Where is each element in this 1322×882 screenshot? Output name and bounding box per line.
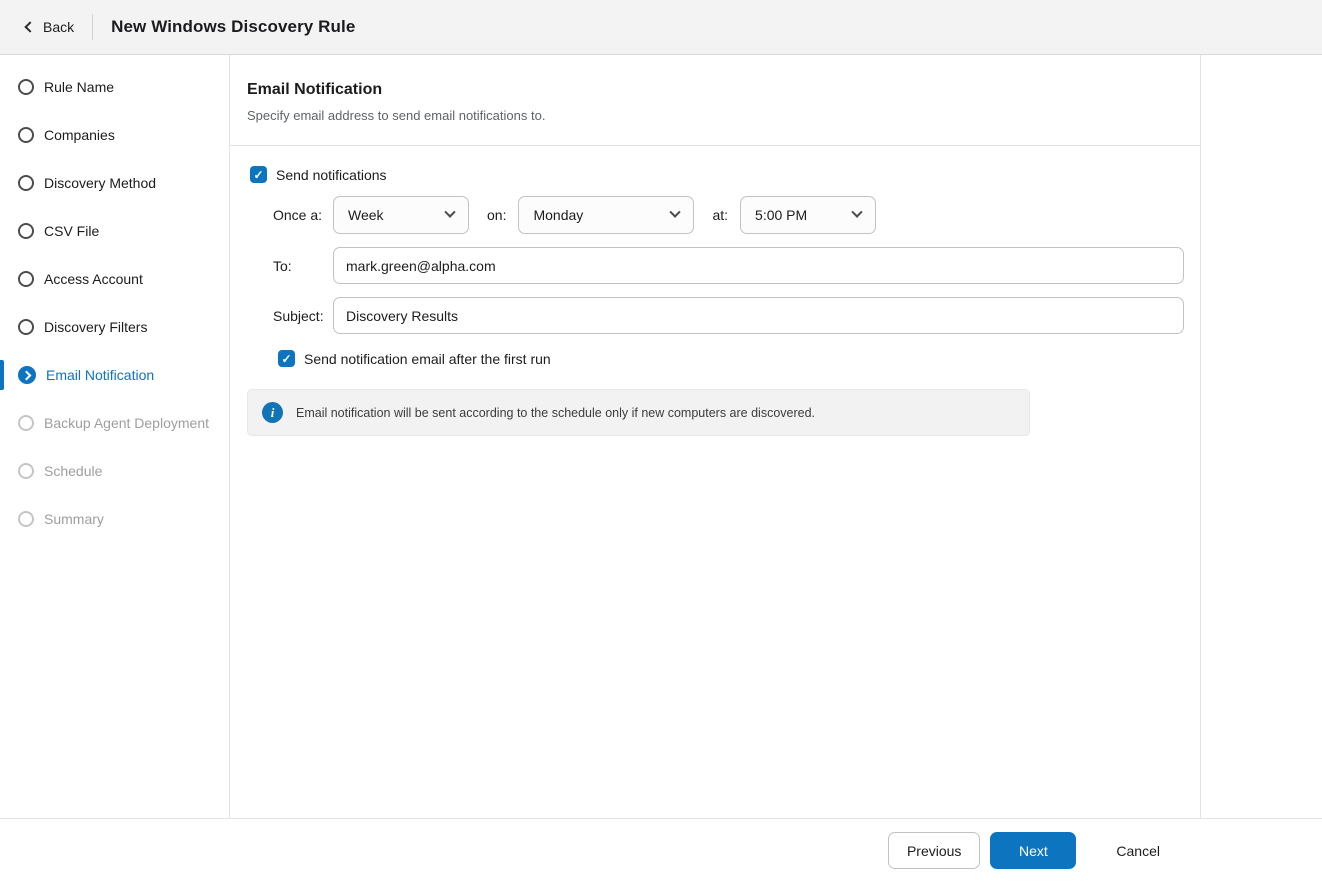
info-icon: i	[262, 402, 283, 423]
period-dropdown[interactable]: Week	[333, 196, 469, 234]
sidebar-item-label: Backup Agent Deployment	[44, 415, 209, 431]
first-run-checkbox[interactable]: Send notification email after the first …	[278, 350, 1184, 367]
chevron-left-icon	[24, 21, 36, 33]
chevron-down-icon	[669, 206, 682, 218]
previous-button[interactable]: Previous	[887, 832, 981, 869]
info-text: Email notification will be sent accordin…	[296, 405, 816, 420]
once-a-label: Once a:	[273, 207, 323, 223]
chevron-down-icon	[444, 206, 456, 218]
subject-input[interactable]	[333, 297, 1184, 334]
chevron-down-icon	[851, 206, 863, 218]
checkbox-checked-icon	[278, 350, 295, 367]
app-window: Back New Windows Discovery Rule Rule Nam…	[0, 0, 1322, 882]
sidebar-item-rule-name[interactable]: Rule Name	[0, 63, 229, 111]
to-label: To:	[273, 257, 292, 274]
step-circle-icon	[18, 127, 34, 143]
info-banner: i Email notification will be sent accord…	[247, 389, 1030, 436]
content-panel: Email Notification Specify email address…	[230, 55, 1201, 818]
step-circle-icon	[18, 463, 34, 479]
day-dropdown[interactable]: Monday	[518, 196, 695, 234]
sidebar-item-label: Rule Name	[44, 79, 115, 95]
page-title: New Windows Discovery Rule	[111, 17, 356, 36]
step-circle-icon	[18, 319, 34, 335]
sidebar-item-email-notification[interactable]: Email Notification	[0, 351, 229, 399]
sidebar-item-label: Companies	[44, 127, 115, 143]
sidebar-item-schedule: Schedule	[0, 447, 229, 495]
sidebar-item-label: Access Account	[44, 271, 143, 287]
sidebar-item-summary: Summary	[0, 495, 229, 543]
sidebar-item-csv-file[interactable]: CSV File	[0, 207, 229, 255]
header-bar: Back New Windows Discovery Rule	[0, 0, 1322, 55]
time-value: 5:00 PM	[755, 207, 808, 223]
sidebar-item-label: Schedule	[44, 463, 103, 479]
wizard-sidebar: Rule Name Companies Discovery Method CSV…	[0, 55, 230, 818]
step-circle-icon	[18, 79, 34, 95]
first-run-label: Send notification email after the first …	[304, 350, 551, 367]
send-notifications-checkbox[interactable]: Send notifications	[247, 166, 1184, 183]
section-title: Email Notification	[247, 81, 383, 98]
right-gutter	[1201, 55, 1322, 818]
sidebar-item-label: Email Notification	[46, 367, 155, 383]
sidebar-item-access-account[interactable]: Access Account	[0, 255, 229, 303]
sidebar-item-label: Discovery Filters	[44, 319, 148, 335]
schedule-row: Once a: Week on: Monday at: 5:00 PM	[247, 196, 1184, 234]
back-button[interactable]: Back	[16, 13, 82, 41]
sidebar-item-companies[interactable]: Companies	[0, 111, 229, 159]
sidebar-item-label: CSV File	[44, 223, 100, 239]
step-circle-icon	[18, 511, 34, 527]
cancel-button[interactable]: Cancel	[1104, 832, 1172, 869]
section-divider	[230, 145, 1200, 146]
subject-label: Subject:	[273, 307, 324, 324]
footer-bar: Previous Next Cancel	[0, 818, 1322, 882]
header-divider	[92, 14, 94, 40]
checkbox-checked-icon	[250, 166, 267, 183]
section-subtitle: Specify email address to send email noti…	[247, 108, 546, 123]
on-label: on:	[487, 207, 507, 223]
sidebar-item-discovery-filters[interactable]: Discovery Filters	[0, 303, 229, 351]
sidebar-item-label: Summary	[44, 511, 104, 527]
send-notifications-label: Send notifications	[276, 166, 387, 183]
back-label: Back	[43, 19, 75, 35]
next-button[interactable]: Next	[990, 832, 1077, 869]
sidebar-item-label: Discovery Method	[44, 175, 157, 191]
step-circle-icon	[18, 223, 34, 239]
step-circle-icon	[18, 415, 34, 431]
body-area: Rule Name Companies Discovery Method CSV…	[0, 55, 1322, 818]
step-active-chevron-icon	[18, 366, 36, 384]
at-label: at:	[712, 207, 729, 223]
sidebar-item-discovery-method[interactable]: Discovery Method	[0, 159, 229, 207]
step-circle-icon	[18, 175, 34, 191]
subject-row: Subject:	[247, 297, 1184, 334]
to-row: To:	[247, 247, 1184, 284]
time-dropdown[interactable]: 5:00 PM	[740, 196, 877, 234]
day-value: Monday	[533, 207, 584, 223]
sidebar-item-backup-agent-deployment: Backup Agent Deployment	[0, 399, 229, 447]
period-value: Week	[348, 207, 384, 223]
step-circle-icon	[18, 271, 34, 287]
to-input[interactable]	[333, 247, 1184, 284]
